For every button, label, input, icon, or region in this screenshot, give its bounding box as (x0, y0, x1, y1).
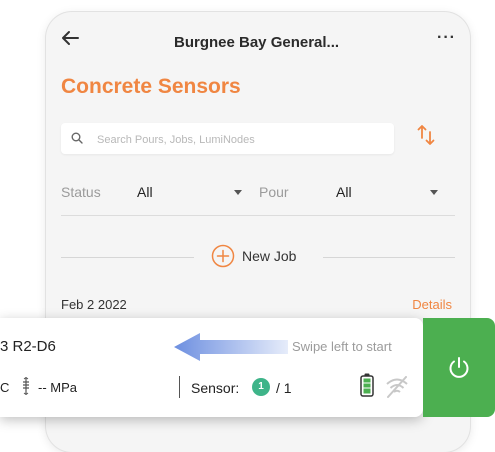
arrow-left-icon[interactable] (60, 30, 80, 46)
new-job-label: New Job (242, 248, 297, 264)
search-icon (71, 132, 83, 144)
status-filter-label: Status (61, 184, 101, 200)
pour-filter-value[interactable]: All (336, 184, 352, 200)
add-circle-icon (211, 244, 235, 268)
search-bar (61, 123, 394, 156)
battery-full-icon (360, 373, 374, 397)
top-bar: Burgnee Bay General... ··· (46, 12, 470, 60)
temperature-unit: C (0, 380, 10, 395)
strength-value: -- MPa (38, 380, 77, 395)
more-options-icon[interactable]: ··· (437, 29, 456, 47)
search-input[interactable] (95, 123, 389, 156)
card-separator (179, 376, 180, 398)
status-filter-value[interactable]: All (137, 184, 153, 200)
pour-filter-label: Pour (259, 184, 289, 200)
no-signal-icon (386, 376, 408, 398)
swipe-hint: Swipe left to start (292, 339, 392, 354)
strength-gauge-icon (23, 377, 29, 395)
status-chevron-down-icon[interactable] (234, 190, 242, 195)
filter-divider (61, 215, 455, 216)
pour-name: 3 R2-D6 (0, 338, 56, 355)
job-date: Feb 2 2022 (61, 297, 127, 312)
swipe-left-arrow-icon (174, 333, 288, 361)
sensor-label: Sensor: (191, 380, 240, 396)
sensor-count-badge: 1 (252, 378, 270, 396)
new-job-divider-left (61, 257, 194, 258)
header-title: Burgnee Bay General... (174, 34, 340, 51)
details-link[interactable]: Details (412, 297, 452, 312)
pour-card[interactable]: 3 R2-D6 Swipe left to start C -- MPa Sen… (0, 318, 423, 417)
power-icon (449, 357, 469, 378)
page-title: Concrete Sensors (61, 75, 241, 98)
new-job-divider-right (323, 257, 455, 258)
sensor-total: / 1 (276, 380, 292, 396)
start-pour-button[interactable] (423, 318, 495, 417)
pour-chevron-down-icon[interactable] (430, 190, 438, 195)
sort-icon[interactable] (414, 122, 438, 150)
